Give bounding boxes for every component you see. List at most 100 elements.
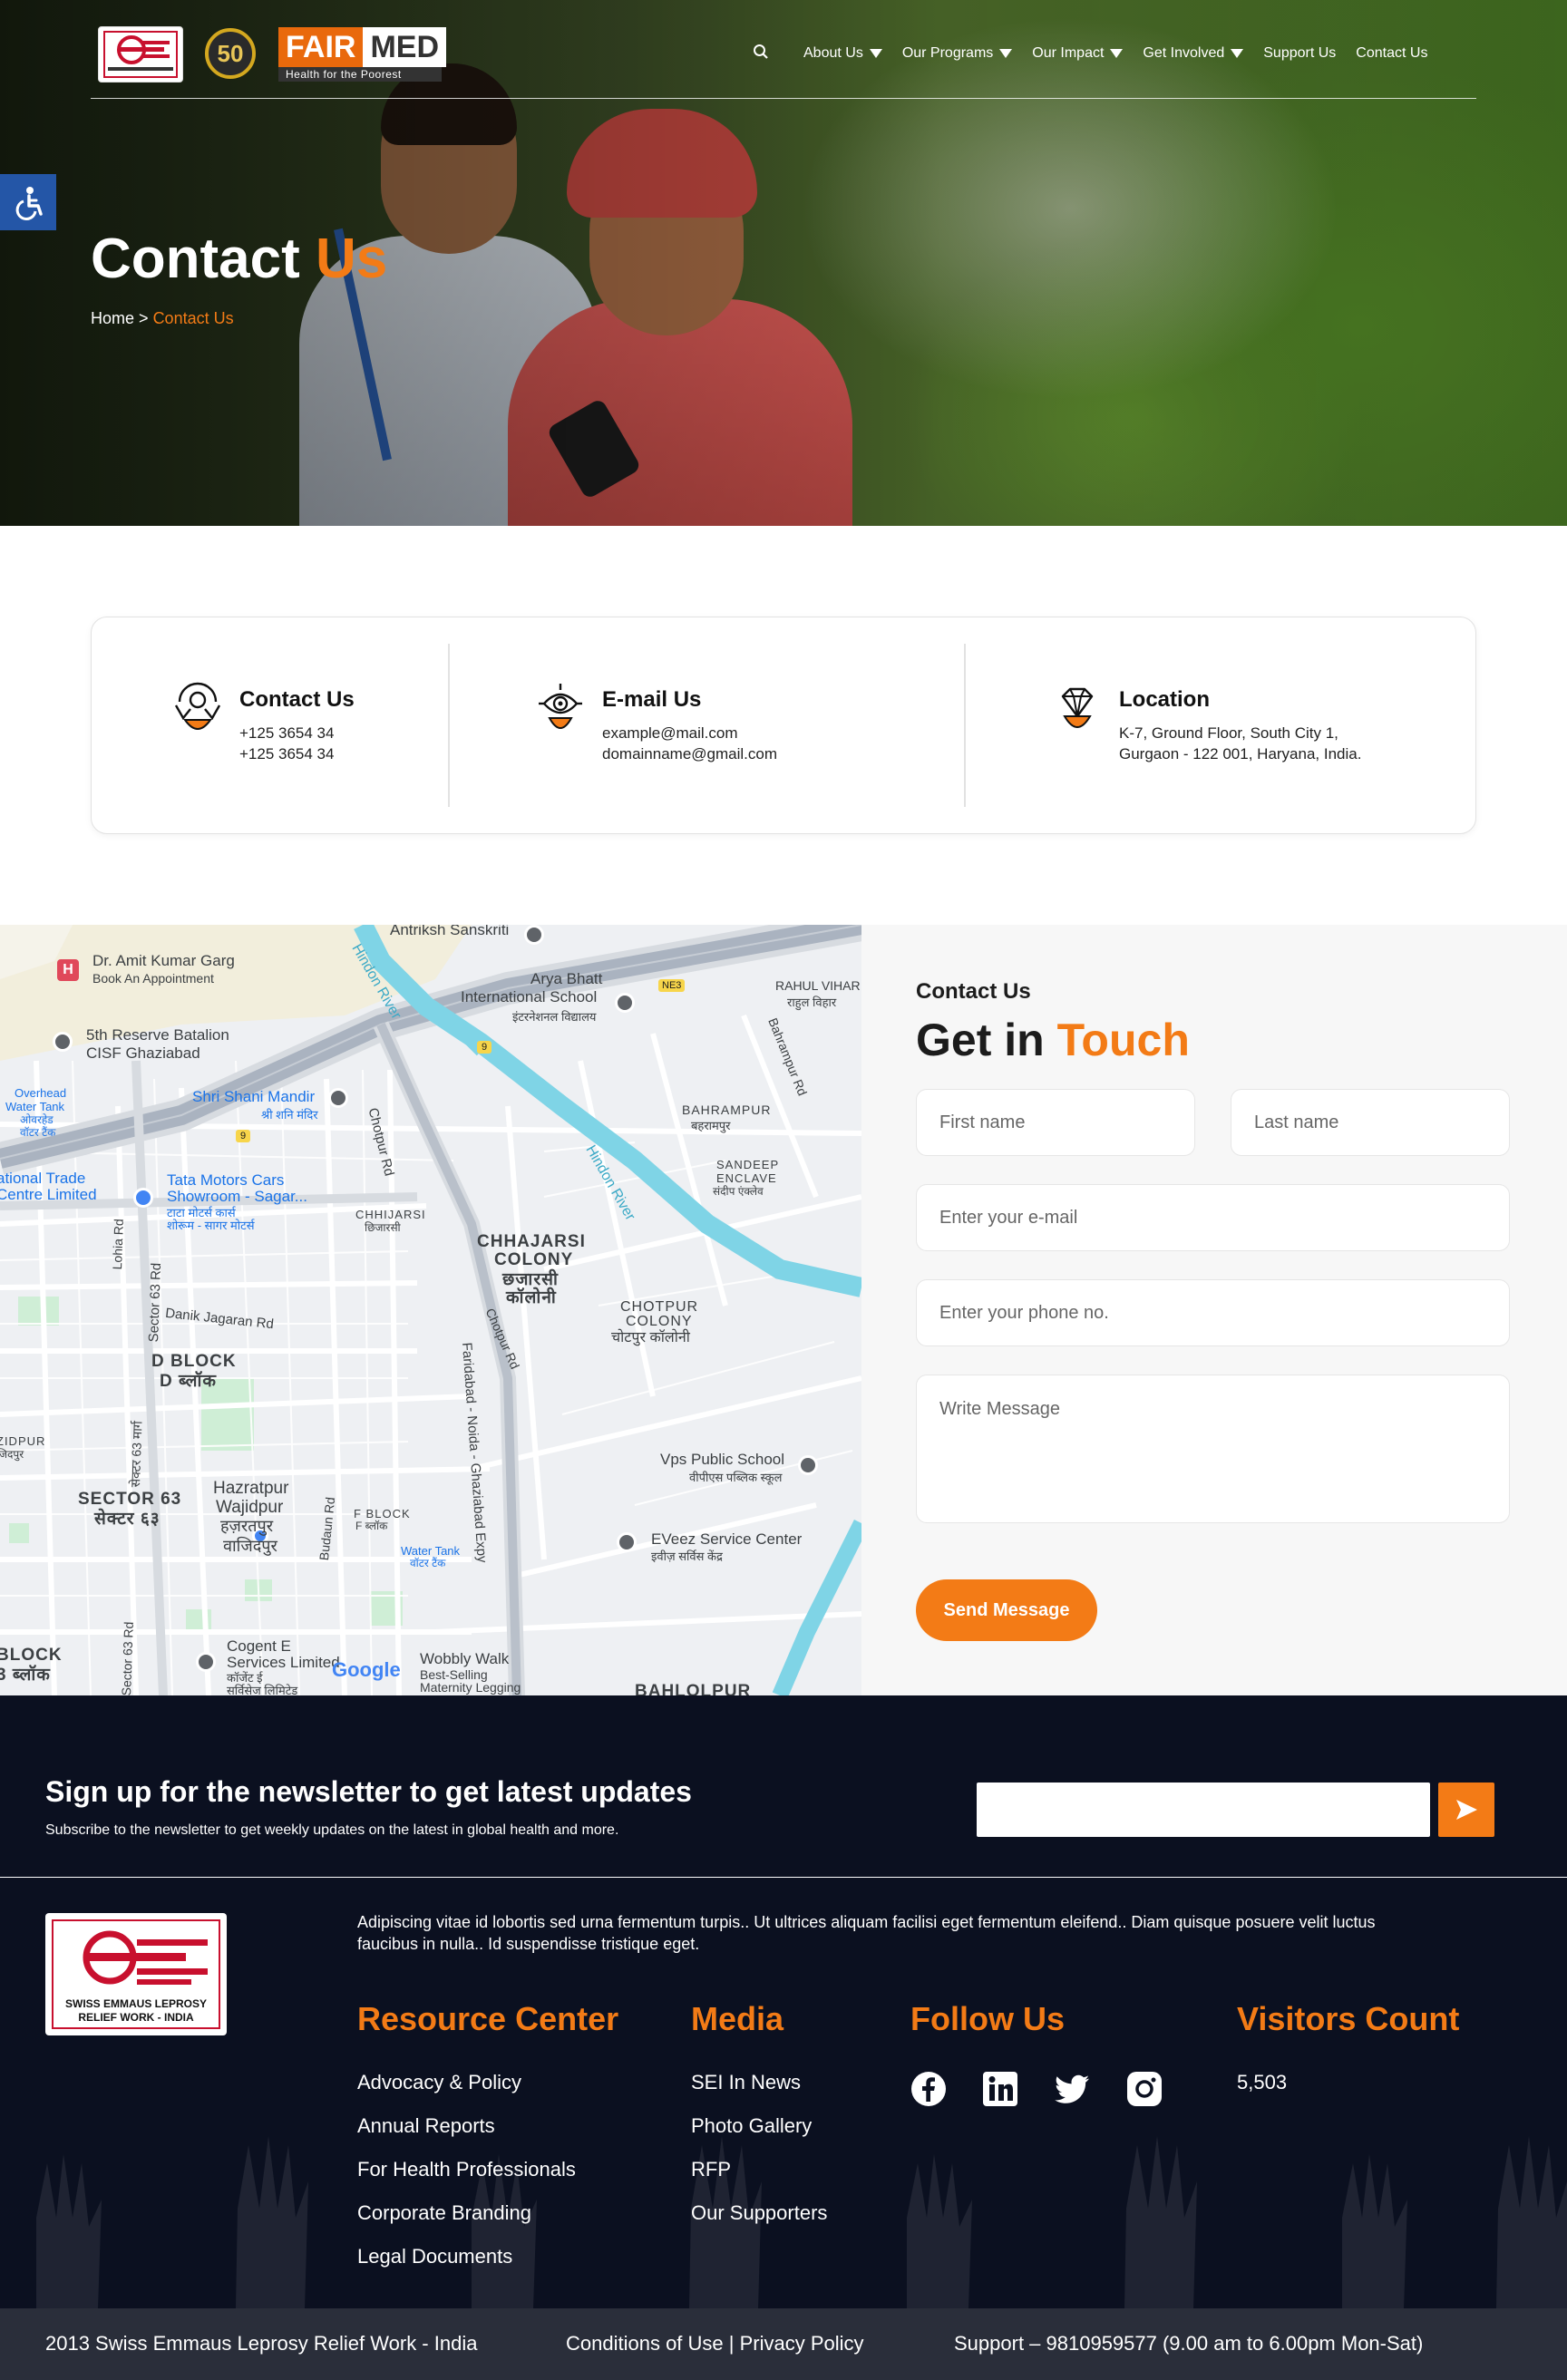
nav-label: Support Us xyxy=(1263,45,1337,61)
map-label: 3 ब्लॉक xyxy=(0,1666,51,1685)
map-label: F ब्लॉक xyxy=(355,1520,388,1532)
accessibility-button[interactable] xyxy=(0,174,56,230)
first-name-input[interactable] xyxy=(916,1089,1195,1156)
map-label: CHHAJARSI xyxy=(477,1232,586,1251)
visitors-count-heading: Visitors Count xyxy=(1237,2000,1460,2037)
contact-phone-1: +125 3654 34 xyxy=(239,724,335,742)
privacy-policy-link[interactable]: Privacy Policy xyxy=(740,2332,864,2355)
nav-our-programs[interactable]: Our Programs xyxy=(902,45,1013,62)
sel-logo-mark-icon xyxy=(83,1930,208,1985)
map-pin[interactable] xyxy=(53,1032,73,1052)
page-title-main: Contact xyxy=(91,228,300,290)
form-title-main: Get in xyxy=(916,1015,1045,1065)
map-label: कॉलोनी xyxy=(506,1288,557,1307)
nav-get-involved[interactable]: Get Involved xyxy=(1143,45,1244,62)
chevron-down-icon xyxy=(1231,49,1244,58)
search-icon[interactable] xyxy=(753,44,769,64)
footer-logo[interactable]: SWISS EMMAUS LEPROSY RELIEF WORK - INDIA xyxy=(45,1913,227,2035)
map-label: वाजिदपुर xyxy=(223,1537,277,1555)
map-label: Shri Shani Mandir xyxy=(192,1088,316,1105)
last-name-input[interactable] xyxy=(1231,1089,1510,1156)
nav-label: Get Involved xyxy=(1143,45,1225,61)
breadcrumb-home[interactable]: Home xyxy=(91,309,134,327)
footer-link-our-supporters[interactable]: Our Supporters xyxy=(691,2201,827,2225)
anniversary-50-logo: 50 xyxy=(198,27,263,80)
map-label: राहुल विहार xyxy=(787,996,837,1009)
map-label: Book An Appointment xyxy=(92,971,214,986)
footer-link-annual-reports[interactable]: Annual Reports xyxy=(357,2114,495,2138)
nav-our-impact[interactable]: Our Impact xyxy=(1032,45,1124,62)
header-divider xyxy=(91,98,1476,99)
form-title-highlight: Touch xyxy=(1056,1015,1190,1065)
newsletter-submit-button[interactable] xyxy=(1438,1783,1494,1837)
send-message-button[interactable]: Send Message xyxy=(916,1579,1097,1641)
wheelchair-icon xyxy=(15,187,43,220)
map-label: शोरूम - सागर मोटर्स xyxy=(167,1219,255,1232)
sel-logo[interactable] xyxy=(98,26,183,83)
footer-link-advocacy[interactable]: Advocacy & Policy xyxy=(357,2071,521,2094)
map-label: Arya Bhatt xyxy=(530,970,603,987)
chevron-down-icon xyxy=(1110,49,1124,58)
newsletter-email-input[interactable] xyxy=(977,1783,1430,1837)
map-label: टाटा मोटर्स कार्स xyxy=(167,1206,236,1219)
map-label: छिजारसी xyxy=(365,1221,401,1234)
facebook-icon[interactable] xyxy=(910,2071,947,2107)
map-pin[interactable] xyxy=(617,1532,637,1552)
map-pin[interactable] xyxy=(615,993,635,1013)
footer-link-sei-in-news[interactable]: SEI In News xyxy=(691,2071,801,2094)
map-label: Water Tank xyxy=(5,1100,65,1113)
fairmed-logo[interactable]: FAIR MED Health for the Poorest xyxy=(278,27,447,83)
footer-link-rfp[interactable]: RFP xyxy=(691,2158,731,2181)
map-pin[interactable] xyxy=(196,1652,216,1672)
instagram-icon[interactable] xyxy=(1126,2071,1163,2107)
google-logo: Google xyxy=(332,1658,401,1681)
message-textarea[interactable] xyxy=(916,1375,1510,1523)
map-label: इवीज़ सर्विस केंद्र xyxy=(651,1549,723,1563)
conditions-of-use-link[interactable]: Conditions of Use xyxy=(566,2332,724,2355)
nav-support-us[interactable]: Support Us xyxy=(1263,45,1336,62)
resource-center-heading: Resource Center xyxy=(357,2000,619,2037)
location-heading: Location xyxy=(1119,687,1210,712)
hospital-pin-icon[interactable]: H xyxy=(57,959,79,981)
phone-input[interactable] xyxy=(916,1279,1510,1346)
nav-about-us[interactable]: About Us xyxy=(803,45,882,62)
map-pin[interactable] xyxy=(328,1088,348,1108)
map-pin[interactable] xyxy=(524,925,544,945)
google-map[interactable]: H NE3 9 9 Antriksh Sanskriti Dr. Amit Ku… xyxy=(0,925,861,1695)
footer-link-photo-gallery[interactable]: Photo Gallery xyxy=(691,2114,812,2138)
nav-contact-us[interactable]: Contact Us xyxy=(1356,45,1427,62)
linkedin-icon[interactable] xyxy=(982,2071,1018,2107)
map-label: सेक्टर ६३ xyxy=(94,1510,161,1529)
footer-link-corporate-branding[interactable]: Corporate Branding xyxy=(357,2201,531,2225)
newsletter-subtitle: Subscribe to the newsletter to get weekl… xyxy=(45,1822,619,1838)
map-label: Hazratpur xyxy=(213,1479,289,1498)
email-heading: E-mail Us xyxy=(602,687,702,712)
map-label: Vps Public School xyxy=(660,1451,785,1468)
map-label: Cogent E xyxy=(227,1637,291,1655)
breadcrumb: Home > Contact Us xyxy=(91,309,234,328)
map-label: BAHLOLPUR xyxy=(635,1682,752,1695)
map-road-label: सेक्टर 63 मार्ग xyxy=(127,1420,145,1488)
footer-logo-line-1: SWISS EMMAUS LEPROSY xyxy=(64,1997,208,2010)
footer-logo-line-2: RELIEF WORK - INDIA xyxy=(78,2011,194,2024)
map-label: Dr. Amit Kumar Garg xyxy=(92,952,235,969)
phone-contact-icon xyxy=(174,682,221,730)
page-title: Contact Us xyxy=(91,227,387,291)
map-label: COLONY xyxy=(626,1314,693,1329)
road-shield: 9 xyxy=(236,1130,251,1142)
main-nav: About Us Our Programs Our Impact Get Inv… xyxy=(753,40,1447,67)
follow-us-heading: Follow Us xyxy=(910,2000,1065,2037)
footer-link-health-professionals[interactable]: For Health Professionals xyxy=(357,2158,576,2181)
map-label: International School xyxy=(461,988,598,1005)
email-address-2[interactable]: domainname@gmail.com xyxy=(602,743,777,764)
email-address-1[interactable]: example@mail.com xyxy=(602,723,738,743)
visitors-count-value: 5,503 xyxy=(1237,2071,1288,2093)
email-input[interactable] xyxy=(916,1184,1510,1251)
footer-link-legal-documents[interactable]: Legal Documents xyxy=(357,2245,512,2268)
map-pin[interactable] xyxy=(133,1188,153,1208)
map-label: श्री शनि मंदिर xyxy=(261,1108,318,1122)
map-pin[interactable] xyxy=(798,1455,818,1475)
twitter-icon[interactable] xyxy=(1055,2071,1091,2107)
sel-logo-mark-icon xyxy=(103,31,178,78)
contact-phone-2: +125 3654 34 xyxy=(239,745,335,763)
